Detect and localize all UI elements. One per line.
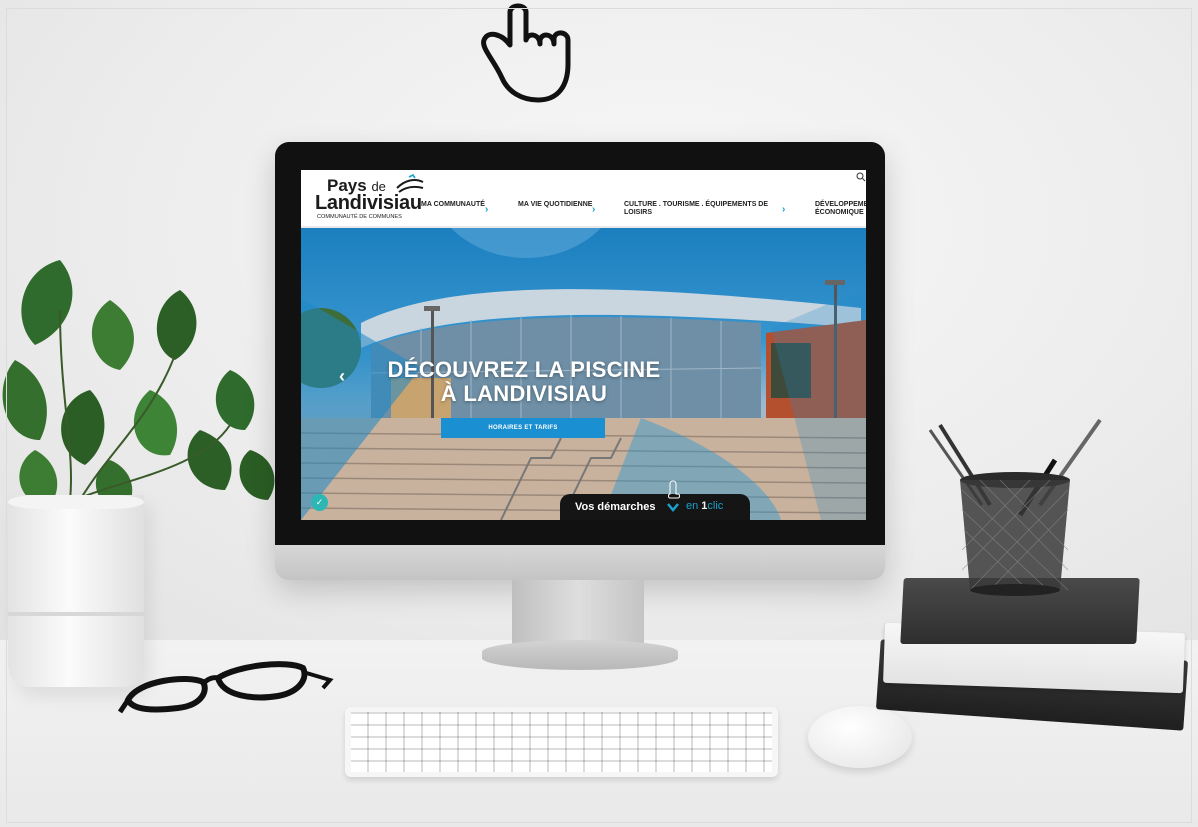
keyboard-keys [351, 712, 772, 772]
en1clic-logo: en 1clic [686, 500, 724, 512]
logo-swoosh-icon [396, 174, 424, 193]
hero-title-line2: À LANDIVISIAU [440, 381, 608, 406]
logo-tagline: COMMUNAUTÉ DE COMMUNES [317, 214, 402, 220]
computer-mouse [808, 706, 912, 768]
nav-item-culture-tourisme[interactable]: CULTURE . TOURISME . ÉQUIPEMENTS DE LOIS… [624, 201, 774, 217]
hand-pointer-icon [481, 3, 571, 103]
flower-pot-band [8, 612, 144, 616]
horaires-tarifs-button[interactable]: HORAIRES ET TARIFS [441, 418, 605, 438]
keyboard [345, 707, 778, 777]
chevron-right-icon: › [485, 204, 489, 215]
nav-item-developpement-economique[interactable]: DÉVELOPPEMENT ÉCONOMIQUE [815, 201, 866, 217]
flower-pot-rim [8, 495, 144, 509]
chevron-right-icon: › [782, 204, 786, 215]
site-logo[interactable]: Pays de Landivisiau COMMUNAUTÉ DE COMMUN… [315, 174, 425, 222]
monitor-chin [275, 545, 885, 580]
chevron-right-icon: › [592, 204, 596, 215]
site-header: Pays de Landivisiau COMMUNAUTÉ DE COMMUN… [301, 170, 866, 228]
nav-item-ma-communaute[interactable]: MA COMMUNAUTÉ [421, 201, 501, 209]
logo-landivisiau: Landivisiau [315, 192, 422, 214]
check-icon[interactable]: ✓ [311, 494, 328, 511]
pencil-cup [928, 418, 1102, 596]
hero-carousel: ‹ DÉCOUVREZ LA PISCINE À LANDIVISIAU HOR… [301, 228, 866, 520]
chevron-left-icon[interactable]: ‹ [339, 366, 345, 387]
hero-title: DÉCOUVREZ LA PISCINE À LANDIVISIAU [359, 358, 689, 406]
monitor-stand [512, 580, 644, 648]
demarches-label: Vos démarches [575, 501, 656, 513]
nav-item-ma-vie-quotidienne[interactable]: MA VIE QUOTIDIENNE [518, 201, 598, 209]
eyeglasses [118, 661, 334, 714]
search-icon[interactable] [856, 172, 866, 182]
monitor-stand-base [482, 640, 678, 670]
hero-title-line1: DÉCOUVREZ LA PISCINE [387, 357, 661, 382]
monitor-screen: Pays de Landivisiau COMMUNAUTÉ DE COMMUN… [301, 170, 866, 520]
finger-tap-icon [667, 480, 680, 512]
demarches-bar[interactable]: Vos démarches en 1clic [560, 480, 750, 520]
